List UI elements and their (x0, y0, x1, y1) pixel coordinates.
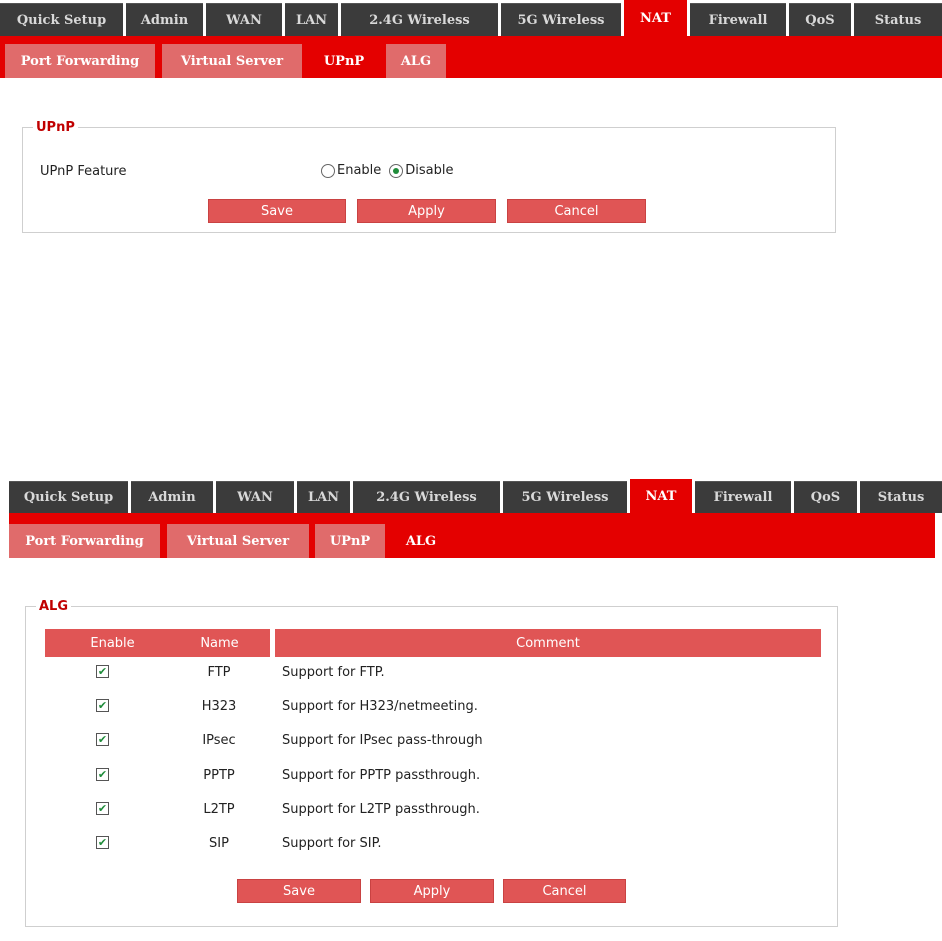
enable-checkbox[interactable]: ✔ (96, 665, 109, 678)
alg-legend: ALG (39, 599, 69, 614)
table-row: ✔ L2TP Support for L2TP passthrough. (26, 802, 837, 836)
table-row: ✔ PPTP Support for PPTP passthrough. (26, 768, 837, 802)
tab-nat[interactable]: NAT (624, 0, 687, 36)
subtab-port-forwarding[interactable]: Port Forwarding (5, 44, 155, 78)
enable-checkbox[interactable]: ✔ (96, 802, 109, 815)
row-comment: Support for L2TP passthrough. (282, 802, 480, 817)
subtab-alg[interactable]: ALG (392, 524, 450, 558)
row-name: L2TP (203, 802, 235, 817)
check-icon: ✔ (97, 733, 108, 746)
tab-24g-wireless[interactable]: 2.4G Wireless (341, 3, 498, 36)
tab-firewall[interactable]: Firewall (690, 3, 786, 36)
row-name: IPsec (202, 733, 236, 748)
header-name: Name (169, 629, 270, 657)
sub-nav: Port Forwarding Virtual Server UPnP ALG (9, 513, 935, 558)
alg-apply-button[interactable]: Apply (370, 879, 494, 903)
header-comment: Comment (275, 629, 821, 657)
subtab-virtual-server[interactable]: Virtual Server (162, 44, 302, 78)
subtab-upnp[interactable]: UPnP (315, 524, 385, 558)
tab-quick-setup[interactable]: Quick Setup (9, 481, 128, 513)
row-comment: Support for FTP. (282, 665, 385, 680)
tab-wan[interactable]: WAN (206, 3, 282, 36)
upnp-apply-button[interactable]: Apply (357, 199, 496, 223)
tab-5g-wireless[interactable]: 5G Wireless (501, 3, 621, 36)
subtab-upnp[interactable]: UPnP (309, 44, 379, 78)
upnp-feature-radios: Enable Disable (321, 163, 462, 178)
upnp-fieldset: UPnP UPnP Feature Enable Disable Save Ap… (22, 120, 836, 233)
check-icon: ✔ (97, 802, 108, 815)
enable-checkbox[interactable]: ✔ (96, 836, 109, 849)
radio-selected-dot (393, 167, 400, 174)
table-row: ✔ FTP Support for FTP. (26, 665, 837, 699)
check-icon: ✔ (97, 768, 108, 781)
tab-admin[interactable]: Admin (126, 3, 203, 36)
upnp-save-button[interactable]: Save (208, 199, 346, 223)
alg-cancel-button[interactable]: Cancel (503, 879, 626, 903)
tab-status[interactable]: Status (854, 3, 942, 36)
enable-checkbox[interactable]: ✔ (96, 768, 109, 781)
enable-radio-label[interactable]: Enable (337, 163, 381, 178)
enable-checkbox[interactable]: ✔ (96, 699, 109, 712)
upnp-legend: UPnP (36, 120, 75, 135)
tab-lan[interactable]: LAN (285, 3, 338, 36)
table-row: ✔ SIP Support for SIP. (26, 836, 837, 870)
check-icon: ✔ (97, 699, 108, 712)
table-row: ✔ IPsec Support for IPsec pass-through (26, 733, 837, 767)
row-comment: Support for PPTP passthrough. (282, 768, 481, 783)
subtab-port-forwarding[interactable]: Port Forwarding (9, 524, 160, 558)
main-nav: Quick Setup Admin WAN LAN 2.4G Wireless … (0, 0, 942, 36)
row-name: PPTP (203, 768, 235, 783)
enable-checkbox[interactable]: ✔ (96, 733, 109, 746)
tab-firewall[interactable]: Firewall (695, 481, 791, 513)
tab-wan[interactable]: WAN (216, 481, 294, 513)
tab-qos[interactable]: QoS (794, 481, 857, 513)
disable-radio-label[interactable]: Disable (405, 163, 453, 178)
row-comment: Support for SIP. (282, 836, 382, 851)
row-name: SIP (209, 836, 229, 851)
tab-qos[interactable]: QoS (789, 3, 851, 36)
tab-quick-setup[interactable]: Quick Setup (0, 3, 123, 36)
table-row: ✔ H323 Support for H323/netmeeting. (26, 699, 837, 733)
row-comment: Support for H323/netmeeting. (282, 699, 478, 714)
subtab-virtual-server[interactable]: Virtual Server (167, 524, 309, 558)
upnp-feature-label: UPnP Feature (40, 164, 127, 179)
tab-5g-wireless[interactable]: 5G Wireless (503, 481, 627, 513)
enable-radio[interactable] (321, 163, 335, 178)
alg-fieldset: ALG Enable Name Comment ✔ FTP Support fo… (25, 599, 838, 927)
row-comment: Support for IPsec pass-through (282, 733, 483, 748)
tab-nat[interactable]: NAT (630, 479, 692, 513)
row-name: H323 (201, 699, 237, 714)
row-name: FTP (207, 665, 231, 680)
check-icon: ✔ (97, 665, 108, 678)
check-icon: ✔ (97, 836, 108, 849)
sub-nav: Port Forwarding Virtual Server UPnP ALG (0, 36, 942, 78)
disable-radio[interactable] (389, 163, 404, 178)
header-enable: Enable (45, 629, 180, 657)
subtab-alg[interactable]: ALG (386, 44, 446, 78)
alg-save-button[interactable]: Save (237, 879, 361, 903)
tab-24g-wireless[interactable]: 2.4G Wireless (353, 481, 500, 513)
upnp-cancel-button[interactable]: Cancel (507, 199, 646, 223)
tab-status[interactable]: Status (860, 481, 942, 513)
tab-admin[interactable]: Admin (131, 481, 213, 513)
tab-lan[interactable]: LAN (297, 481, 350, 513)
main-nav: Quick Setup Admin WAN LAN 2.4G Wireless … (0, 479, 942, 515)
